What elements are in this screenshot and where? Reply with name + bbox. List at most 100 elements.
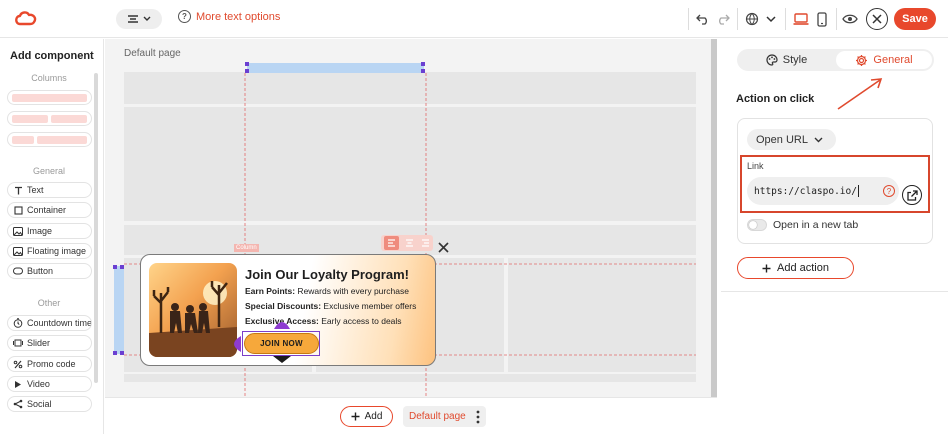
- plus-icon: [762, 264, 771, 272]
- top-toolbar: ? More text options Save: [0, 0, 948, 38]
- help-icon[interactable]: ?: [883, 185, 895, 197]
- close-button[interactable]: [866, 8, 888, 30]
- benefit-bold: Special Discounts:: [245, 301, 322, 311]
- align-center-icon[interactable]: [405, 234, 414, 252]
- chevron-down-icon[interactable]: [762, 10, 780, 28]
- component-container[interactable]: Container: [7, 202, 92, 218]
- canvas-block[interactable]: [508, 258, 696, 372]
- link-url-value: https://claspo.io/: [754, 185, 857, 197]
- globe-icon[interactable]: [743, 10, 761, 28]
- align-center-icon: [128, 15, 138, 23]
- join-now-button[interactable]: JOIN NOW: [244, 333, 319, 354]
- section-label-columns: Columns: [31, 73, 67, 83]
- tab-style-label: Style: [782, 54, 808, 66]
- divider: [721, 291, 948, 292]
- component-label: Text: [27, 185, 44, 195]
- component-label: Video: [27, 379, 50, 389]
- section-label-general: General: [32, 166, 66, 176]
- claspo-logo-icon[interactable]: [14, 9, 38, 29]
- canvas-block[interactable]: [124, 107, 696, 221]
- action-type-dropdown[interactable]: Open URL: [747, 129, 836, 150]
- page-select-label: Default page: [409, 411, 466, 422]
- component-slider[interactable]: Slider: [7, 335, 92, 351]
- tab-style[interactable]: Style: [739, 51, 834, 69]
- canvas-page-label: Default page: [124, 48, 181, 59]
- open-new-tab-toggle[interactable]: [747, 219, 767, 231]
- component-text[interactable]: Text: [7, 182, 92, 198]
- gear-icon: [856, 54, 868, 66]
- tab-general-label: General: [873, 54, 913, 66]
- drag-handle-left-icon[interactable]: [230, 335, 242, 353]
- component-floating-image[interactable]: Floating image: [7, 243, 92, 259]
- percent-icon: [13, 359, 23, 369]
- component-button[interactable]: Button: [7, 263, 92, 279]
- chevron-down-icon: [814, 137, 823, 142]
- link-field-label: Link: [747, 161, 764, 171]
- popup-benefit-line: Exclusive Access: Early access to deals: [245, 316, 402, 326]
- column-cell: [51, 114, 87, 123]
- add-button-label: Add: [364, 411, 383, 422]
- element-align-toolbar: [381, 235, 433, 251]
- columns-1-tile[interactable]: [7, 90, 92, 105]
- action-type-label: Open URL: [756, 133, 808, 146]
- column-cell: [12, 93, 87, 102]
- save-button[interactable]: Save: [894, 8, 936, 30]
- component-promo-code[interactable]: Promo code: [7, 356, 92, 372]
- benefit-text: Early access to deals: [318, 316, 402, 326]
- component-social[interactable]: Social: [7, 396, 92, 412]
- column-cell: [12, 135, 35, 144]
- action-on-click-title: Action on click: [736, 93, 815, 105]
- columns-2-tile[interactable]: [7, 111, 92, 126]
- drag-handle-down-icon[interactable]: [272, 355, 292, 364]
- more-vertical-icon[interactable]: [476, 410, 480, 424]
- component-label: Promo code: [27, 359, 76, 369]
- align-left-icon[interactable]: [384, 236, 400, 250]
- canvas-block[interactable]: [124, 72, 696, 104]
- component-countdown-timer[interactable]: Countdown timer: [7, 315, 92, 331]
- component-label: Container: [27, 205, 67, 215]
- page-select[interactable]: Default page: [403, 406, 486, 427]
- timer-icon: [13, 318, 23, 328]
- align-right-icon[interactable]: [421, 234, 430, 252]
- component-label: Image: [27, 226, 53, 236]
- component-video[interactable]: Video: [7, 376, 92, 392]
- popup-benefit-line: Earn Points: Rewards with every purchase: [245, 286, 409, 296]
- preview-eye-icon[interactable]: [841, 10, 859, 28]
- play-icon: [13, 379, 23, 389]
- text-align-dropdown[interactable]: [116, 9, 162, 29]
- add-action-button[interactable]: Add action: [737, 257, 854, 279]
- component-label: Countdown timer: [27, 318, 92, 328]
- slider-icon: [13, 338, 23, 348]
- open-link-button[interactable]: [902, 185, 922, 205]
- canvas-scrollbar[interactable]: [711, 39, 717, 397]
- columns-3-tile[interactable]: [7, 132, 92, 147]
- column-cell: [37, 135, 87, 144]
- canvas-block[interactable]: [124, 374, 696, 382]
- text-icon: [13, 185, 23, 195]
- share-icon: [13, 399, 23, 409]
- drag-handle-up-icon[interactable]: [273, 318, 291, 330]
- add-button[interactable]: Add: [340, 406, 393, 427]
- add-action-label: Add action: [777, 262, 829, 274]
- link-url-input[interactable]: https://claspo.io/: [747, 177, 899, 205]
- floating-image-icon: [13, 246, 23, 256]
- redo-icon[interactable]: [714, 10, 732, 28]
- column-cell: [12, 114, 48, 123]
- component-image[interactable]: Image: [7, 223, 92, 239]
- more-text-options-link[interactable]: ? More text options: [178, 10, 280, 23]
- annotation-arrow-icon: [837, 78, 883, 110]
- close-icon: [872, 14, 882, 24]
- undo-icon[interactable]: [694, 10, 712, 28]
- benefit-text: Exclusive member offers: [321, 301, 417, 311]
- mobile-view-icon[interactable]: [813, 10, 831, 28]
- component-panel-scrollbar[interactable]: [94, 73, 98, 383]
- settings-tabs: Style General: [737, 49, 934, 71]
- container-icon: [13, 205, 23, 215]
- close-icon[interactable]: [438, 240, 449, 258]
- benefit-bold: Earn Points:: [245, 286, 296, 296]
- desktop-view-icon[interactable]: [792, 10, 810, 28]
- more-text-options-label: More text options: [196, 10, 281, 23]
- tab-general[interactable]: General: [836, 51, 932, 69]
- component-label: Social: [27, 399, 52, 409]
- popup-benefit-line: Special Discounts: Exclusive member offe…: [245, 301, 416, 311]
